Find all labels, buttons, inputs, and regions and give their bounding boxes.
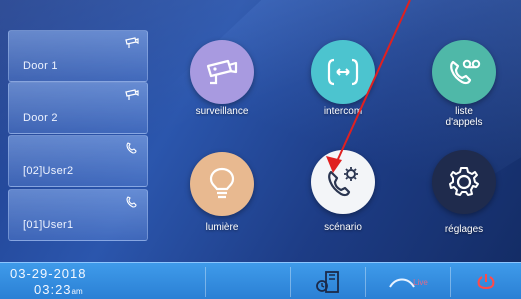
date-display: 03-29-2018 <box>10 266 87 281</box>
scenario-phone-gear-icon <box>311 150 375 214</box>
tile-reglages[interactable]: réglages <box>419 150 509 235</box>
tile-label: intercom <box>323 106 363 117</box>
sidebar: Door 1 Door 2 [02]User2 [01]User1 <box>8 22 148 248</box>
sidebar-item-label: [02]User2 <box>23 165 74 177</box>
door-book-icon <box>315 271 339 293</box>
tile-intercom[interactable]: intercom <box>298 40 388 117</box>
phone-icon <box>126 142 137 154</box>
light-bulb-icon <box>190 152 254 216</box>
tile-scenario[interactable]: scénario <box>298 150 388 233</box>
sidebar-item-label: Door 1 <box>23 60 58 72</box>
phone-icon <box>126 196 137 208</box>
tile-lumiere[interactable]: lumière <box>177 152 267 233</box>
time-value: 03:23 <box>34 282 72 297</box>
voicemail-phone-icon <box>432 40 496 104</box>
bottom-status-bar: 03-29-2018 03:23am Live <box>0 262 521 299</box>
intercom-icon <box>311 40 375 104</box>
time-suffix: am <box>71 287 83 296</box>
live-button[interactable]: Live <box>365 265 450 299</box>
sidebar-item-door-2[interactable]: Door 2 <box>8 82 148 134</box>
power-button[interactable] <box>450 265 521 299</box>
sidebar-item-user2[interactable]: [02]User2 <box>8 135 148 187</box>
tile-label: réglages <box>444 224 484 235</box>
tile-label: lumière <box>205 222 239 233</box>
power-icon <box>477 274 494 289</box>
tile-label: liste d'appels <box>445 106 483 128</box>
door-book-button[interactable] <box>290 265 365 299</box>
sidebar-item-user1[interactable]: [01]User1 <box>8 189 148 241</box>
sidebar-item-label: Door 2 <box>23 112 58 124</box>
camera-icon <box>125 37 139 48</box>
divider <box>205 267 206 297</box>
sidebar-item-label: [01]User1 <box>23 219 74 231</box>
live-label: Live <box>413 277 428 287</box>
intercom-home-screen: Door 1 Door 2 [02]User2 [01]User1 survei… <box>0 0 521 299</box>
tile-surveillance[interactable]: surveillance <box>177 40 267 117</box>
gear-icon <box>432 150 496 214</box>
tile-label: surveillance <box>195 106 249 117</box>
time-display: 03:23am <box>34 282 83 297</box>
sidebar-item-door-1[interactable]: Door 1 <box>8 30 148 82</box>
tile-label: scénario <box>324 222 362 233</box>
surveillance-camera-icon <box>190 40 254 104</box>
tile-liste-appels[interactable]: liste d'appels <box>419 40 509 128</box>
camera-icon <box>125 89 139 100</box>
